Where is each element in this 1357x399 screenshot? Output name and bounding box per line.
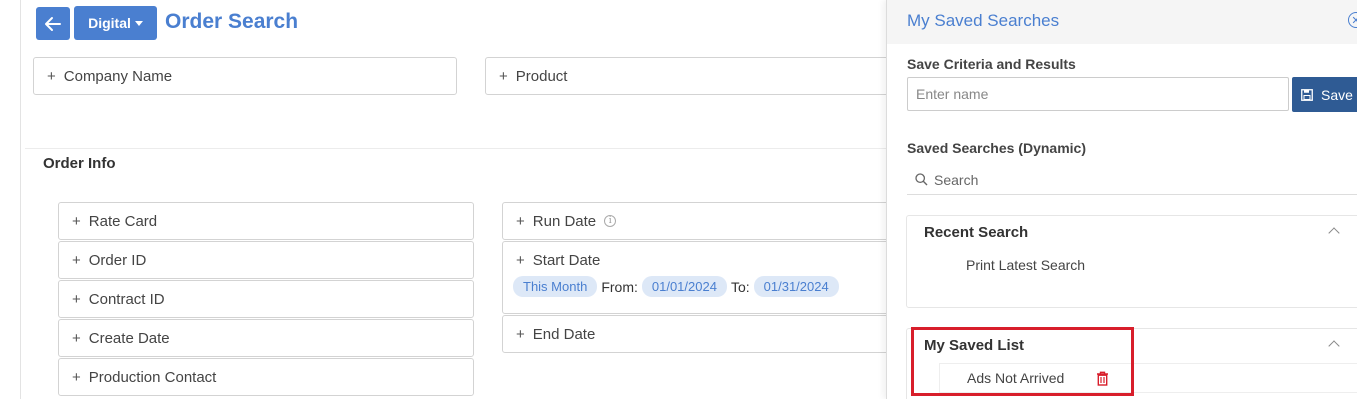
plus-icon: +: [72, 212, 81, 230]
search-icon: [915, 173, 928, 186]
plus-icon: +: [499, 67, 508, 85]
company-name-label: Company Name: [63, 67, 173, 85]
chevron-up-icon[interactable]: [1328, 340, 1340, 352]
chevron-up-icon[interactable]: [1328, 227, 1340, 239]
contract-id-label: Contract ID: [88, 290, 165, 308]
production-contact-field[interactable]: + Production Contact: [58, 358, 474, 396]
rate-card-field[interactable]: + Rate Card: [58, 202, 474, 240]
search-name-input[interactable]: [907, 77, 1289, 111]
to-label: To:: [730, 278, 750, 295]
save-criteria-label: Save Criteria and Results: [907, 56, 1076, 72]
channel-dropdown-label: Digital: [88, 15, 131, 31]
close-icon[interactable]: ✕: [1348, 12, 1357, 28]
search-placeholder: Search: [934, 171, 979, 188]
run-date-label: Run Date: [532, 212, 597, 230]
plus-icon: +: [47, 67, 56, 85]
back-button[interactable]: [36, 7, 70, 40]
this-month-chip[interactable]: This Month: [513, 276, 598, 297]
create-date-label: Create Date: [88, 329, 170, 347]
order-search-page: Digital Order Search + Company Name + Pr…: [0, 0, 1357, 399]
saved-search-filter[interactable]: Search: [907, 165, 1357, 195]
section-divider: [25, 148, 887, 149]
left-divider: [20, 0, 21, 399]
save-button-label: Save: [1321, 86, 1353, 103]
recent-search-card: Recent Search Print Latest Search: [906, 215, 1357, 308]
product-field[interactable]: + Product: [485, 57, 895, 95]
production-contact-label: Production Contact: [88, 368, 217, 386]
channel-dropdown[interactable]: Digital: [74, 6, 157, 40]
arrow-left-icon: [45, 16, 61, 31]
from-date-chip[interactable]: 01/01/2024: [641, 276, 727, 297]
product-label: Product: [515, 67, 568, 85]
floppy-disk-icon: [1301, 88, 1313, 101]
highlight-box: [911, 327, 1134, 396]
order-id-label: Order ID: [88, 251, 147, 269]
start-date-range: This Month From: 01/01/2024 To: 01/31/20…: [513, 276, 839, 297]
plus-icon: +: [516, 325, 525, 343]
recent-search-item[interactable]: Print Latest Search: [966, 257, 1085, 273]
plus-icon: +: [72, 368, 81, 386]
to-date-chip[interactable]: 01/31/2024: [753, 276, 839, 297]
company-name-field[interactable]: + Company Name: [33, 57, 457, 95]
from-label: From:: [601, 278, 638, 295]
plus-icon: +: [516, 252, 525, 269]
panel-header: My Saved Searches ✕: [887, 0, 1357, 44]
run-date-field[interactable]: + Run Date i: [502, 202, 897, 240]
page-title: Order Search: [165, 10, 299, 33]
plus-icon: +: [72, 329, 81, 347]
order-id-field[interactable]: + Order ID: [58, 241, 474, 279]
plus-icon: +: [72, 251, 81, 269]
create-date-field[interactable]: + Create Date: [58, 319, 474, 357]
panel-title: My Saved Searches: [907, 11, 1060, 30]
start-date-label: Start Date: [532, 252, 601, 269]
plus-icon: +: [516, 212, 525, 230]
recent-search-title: Recent Search: [924, 224, 1029, 241]
order-info-title: Order Info: [43, 155, 116, 172]
caret-down-icon: [134, 20, 143, 26]
rate-card-label: Rate Card: [88, 212, 158, 230]
end-date-field[interactable]: + End Date: [502, 315, 897, 353]
end-date-label: End Date: [532, 325, 596, 343]
save-button[interactable]: Save: [1292, 77, 1357, 112]
info-icon[interactable]: i: [604, 215, 617, 227]
contract-id-field[interactable]: + Contract ID: [58, 280, 474, 318]
saved-searches-dynamic-label: Saved Searches (Dynamic): [907, 140, 1086, 156]
plus-icon: +: [72, 290, 81, 308]
